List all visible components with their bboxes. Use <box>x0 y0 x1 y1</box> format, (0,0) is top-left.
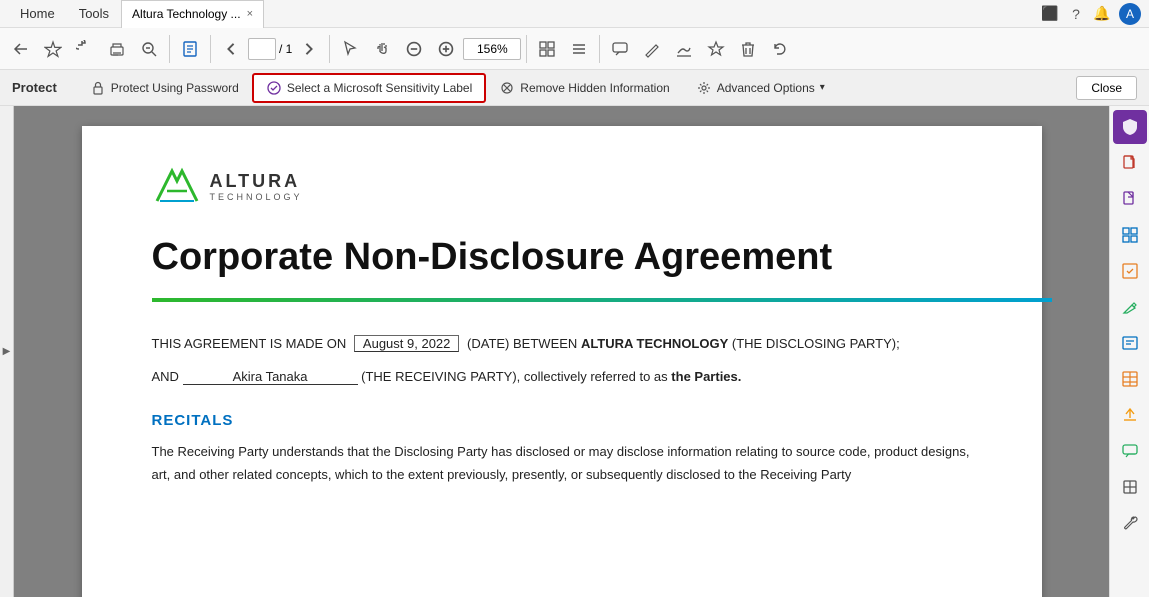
sep5 <box>599 35 600 63</box>
hand-btn[interactable] <box>367 30 397 68</box>
tab-label: Altura Technology ... <box>132 7 241 21</box>
create-pdf-btn[interactable] <box>175 30 205 68</box>
title-underline <box>152 298 1052 302</box>
advanced-icon <box>696 80 712 96</box>
star-btn[interactable] <box>38 30 68 68</box>
sidebar-form-icon[interactable] <box>1113 326 1147 360</box>
remove-hidden-icon <box>499 80 515 96</box>
agreement-intro: THIS AGREEMENT IS MADE ON <box>152 336 347 351</box>
advanced-chevron: ▾ <box>820 82 825 93</box>
document-area[interactable]: ALTURA TECHNOLOGY Corporate Non-Disclosu… <box>14 106 1109 597</box>
page-nav: 1 / 1 <box>216 30 324 68</box>
protect-bar: Protect Protect Using Password Select a … <box>0 70 1149 106</box>
nav-home[interactable]: Home <box>8 0 67 28</box>
disclosing-label: (THE DISCLOSING PARTY); <box>732 336 900 351</box>
nav-menu: Home Tools Altura Technology ... × <box>8 0 264 28</box>
sensitivity-btn-label: Select a Microsoft Sensitivity Label <box>287 81 472 95</box>
sensitivity-label-btn[interactable]: Select a Microsoft Sensitivity Label <box>252 73 486 103</box>
sep4 <box>526 35 527 63</box>
and-label: AND <box>152 369 179 384</box>
cast-icon[interactable]: ⬛ <box>1041 5 1059 23</box>
zoom-out-btn[interactable] <box>134 30 164 68</box>
document-page: ALTURA TECHNOLOGY Corporate Non-Disclosu… <box>82 126 1042 597</box>
back-btn[interactable] <box>6 30 36 68</box>
sidebar-protect-icon[interactable] <box>1113 110 1147 144</box>
stamp-btn[interactable] <box>701 30 731 68</box>
zoom-plus-btn[interactable] <box>431 30 461 68</box>
between-label: BETWEEN <box>513 336 577 351</box>
remove-hidden-label: Remove Hidden Information <box>520 81 669 95</box>
parties-label: the Parties. <box>671 369 741 384</box>
collapse-icon: ▶ <box>3 346 11 357</box>
zoom-group <box>463 38 521 60</box>
recitals-text: The Receiving Party understands that the… <box>152 441 972 485</box>
scroll-btn[interactable] <box>564 30 594 68</box>
sep2 <box>210 35 211 63</box>
sidebar-organize-icon[interactable] <box>1113 218 1147 252</box>
password-icon <box>90 80 106 96</box>
account-icon[interactable]: A <box>1119 3 1141 25</box>
logo-company-name: ALTURA <box>210 171 303 192</box>
date-value: August 9, 2022 <box>354 335 459 352</box>
sep3 <box>329 35 330 63</box>
page-input[interactable]: 1 <box>248 38 276 60</box>
right-sidebar <box>1109 106 1149 597</box>
left-collapse-arrow[interactable]: ▶ <box>0 106 14 597</box>
remove-hidden-btn[interactable]: Remove Hidden Information <box>486 74 682 102</box>
sign-btn[interactable] <box>669 30 699 68</box>
next-page-btn[interactable] <box>294 30 324 68</box>
advanced-label: Advanced Options <box>717 81 815 95</box>
sidebar-edit-icon[interactable] <box>1113 290 1147 324</box>
receiving-label: (THE RECEIVING PARTY), collectively refe… <box>361 369 668 384</box>
date-label: (DATE) <box>467 336 509 351</box>
main-layout: ▶ ALTURA TECHNOLOGY Corporate Non-Disclo… <box>0 106 1149 597</box>
comment-btn[interactable] <box>605 30 635 68</box>
bell-icon[interactable]: 🔔 <box>1093 5 1111 23</box>
nav-tools[interactable]: Tools <box>67 0 121 28</box>
title-bar-right: ⬛ ? 🔔 A <box>1041 3 1141 25</box>
sidebar-comment-icon[interactable] <box>1113 434 1147 468</box>
total-pages: / 1 <box>279 42 292 56</box>
agreement-line2: AND Akira Tanaka (THE RECEIVING PARTY), … <box>152 365 972 388</box>
title-bar: Home Tools Altura Technology ... × ⬛ ? 🔔… <box>0 0 1149 28</box>
sidebar-export2-icon[interactable] <box>1113 398 1147 432</box>
altura-logo-graphic <box>152 166 202 206</box>
sidebar-tools-icon[interactable] <box>1113 506 1147 540</box>
sidebar-compress-icon[interactable] <box>1113 470 1147 504</box>
close-button[interactable]: Close <box>1076 76 1137 100</box>
logo-text: ALTURA TECHNOLOGY <box>210 171 303 202</box>
sensitivity-icon <box>266 80 282 96</box>
sidebar-export-icon[interactable] <box>1113 146 1147 180</box>
help-icon[interactable]: ? <box>1067 5 1085 23</box>
logo-company-sub: TECHNOLOGY <box>210 192 303 202</box>
sidebar-table-icon[interactable] <box>1113 362 1147 396</box>
sidebar-enhance-icon[interactable] <box>1113 254 1147 288</box>
zoom-minus-btn[interactable] <box>399 30 429 68</box>
rotate-back-btn[interactable] <box>70 30 100 68</box>
page-number-group: 1 / 1 <box>248 38 292 60</box>
tab-close[interactable]: × <box>247 8 253 20</box>
sidebar-share-icon[interactable] <box>1113 182 1147 216</box>
zoom-input[interactable] <box>463 38 521 60</box>
logo-section: ALTURA TECHNOLOGY <box>152 166 972 206</box>
protect-password-btn[interactable]: Protect Using Password <box>77 74 252 102</box>
sep1 <box>169 35 170 63</box>
active-tab[interactable]: Altura Technology ... × <box>121 0 264 28</box>
password-btn-label: Protect Using Password <box>111 81 239 95</box>
person-name: Akira Tanaka <box>183 369 358 385</box>
print-btn[interactable] <box>102 30 132 68</box>
toolbar: 1 / 1 <box>0 28 1149 70</box>
document-title: Corporate Non-Disclosure Agreement <box>152 236 972 280</box>
select-btn[interactable] <box>335 30 365 68</box>
draw-btn[interactable] <box>637 30 667 68</box>
undo-btn[interactable] <box>765 30 795 68</box>
agreement-line1: THIS AGREEMENT IS MADE ON August 9, 2022… <box>152 332 972 355</box>
recitals-title: RECITALS <box>152 412 972 429</box>
advanced-options-btn[interactable]: Advanced Options ▾ <box>683 74 838 102</box>
adjust-btn[interactable] <box>532 30 562 68</box>
protect-label: Protect <box>12 80 57 95</box>
delete-btn[interactable] <box>733 30 763 68</box>
prev-page-btn[interactable] <box>216 30 246 68</box>
company-name: ALTURA TECHNOLOGY <box>581 336 728 351</box>
